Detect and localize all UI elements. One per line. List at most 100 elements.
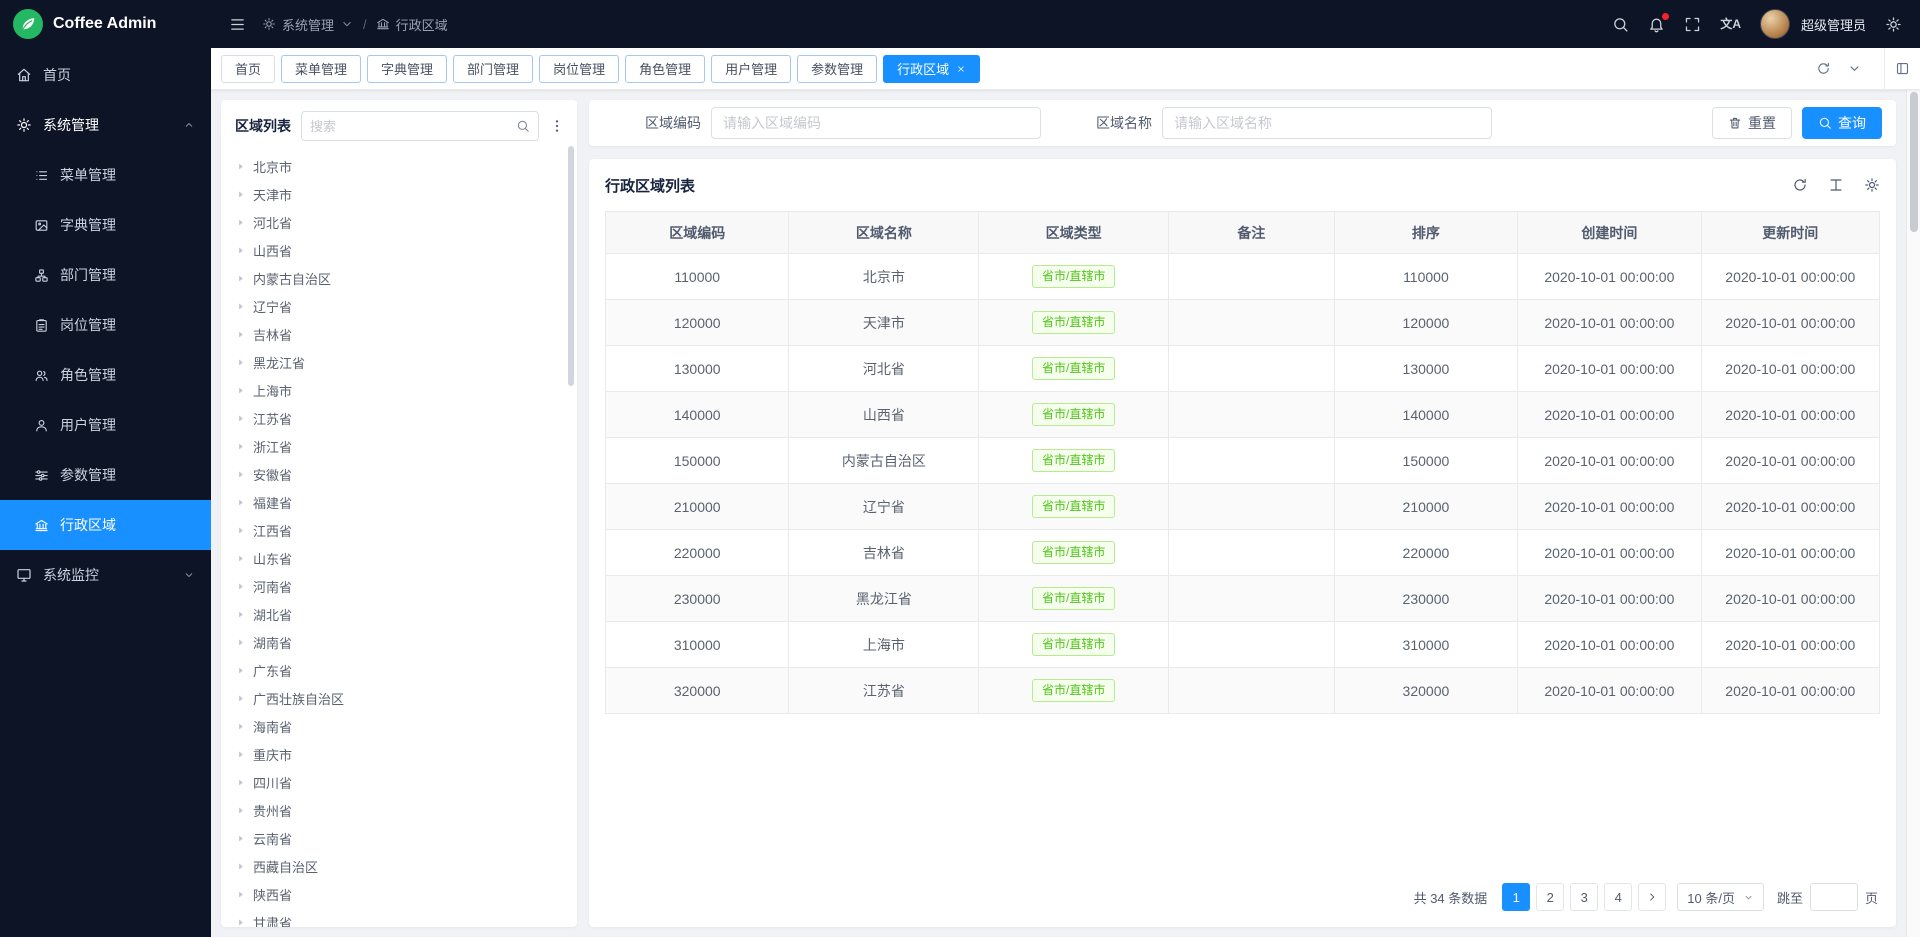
- table-row[interactable]: 220000吉林省省市/直辖市2200002020-10-01 00:00:00…: [606, 530, 1880, 576]
- region-code-input[interactable]: [711, 107, 1041, 139]
- table-density-icon[interactable]: [1828, 177, 1844, 193]
- page-size-select[interactable]: 10 条/页: [1677, 883, 1764, 911]
- tab-2[interactable]: 字典管理: [367, 55, 447, 83]
- sidebar-item-post-management[interactable]: 岗位管理: [0, 300, 211, 350]
- tree-scrollbar-thumb[interactable]: [568, 146, 574, 386]
- tab-6[interactable]: 用户管理: [711, 55, 791, 83]
- caret-right-icon: [235, 861, 246, 872]
- next-page-button[interactable]: [1638, 883, 1666, 911]
- tree-node[interactable]: 河北省: [235, 208, 567, 236]
- tree-node[interactable]: 甘肃省: [235, 908, 567, 927]
- tree-node[interactable]: 内蒙古自治区: [235, 264, 567, 292]
- query-button[interactable]: 查询: [1802, 107, 1882, 139]
- tree-node[interactable]: 浙江省: [235, 432, 567, 460]
- tree-node[interactable]: 四川省: [235, 768, 567, 796]
- top-header: 系统管理/行政区域 文A 超级管理员: [211, 0, 1920, 48]
- table-row[interactable]: 110000北京市省市/直辖市1100002020-10-01 00:00:00…: [606, 254, 1880, 300]
- fullscreen-icon[interactable]: [1684, 16, 1701, 33]
- sidebar-item-label: 菜单管理: [60, 165, 116, 185]
- tree-node[interactable]: 湖北省: [235, 600, 567, 628]
- tree-node[interactable]: 上海市: [235, 376, 567, 404]
- sidebar-item-param-management[interactable]: 参数管理: [0, 450, 211, 500]
- tree-node[interactable]: 重庆市: [235, 740, 567, 768]
- page-scrollbar-thumb[interactable]: [1910, 92, 1918, 232]
- sidebar-item-menu-management[interactable]: 菜单管理: [0, 150, 211, 200]
- tree-node[interactable]: 河南省: [235, 572, 567, 600]
- region-name-input[interactable]: [1162, 107, 1492, 139]
- tree-node[interactable]: 黑龙江省: [235, 348, 567, 376]
- tree-node[interactable]: 云南省: [235, 824, 567, 852]
- tree-node[interactable]: 天津市: [235, 180, 567, 208]
- table-row[interactable]: 230000黑龙江省省市/直辖市2300002020-10-01 00:00:0…: [606, 576, 1880, 622]
- tree-node[interactable]: 福建省: [235, 488, 567, 516]
- notification-bell-icon[interactable]: [1648, 16, 1665, 33]
- sidebar-item-user-management[interactable]: 用户管理: [0, 400, 211, 450]
- tree-node[interactable]: 西藏自治区: [235, 852, 567, 880]
- reset-button[interactable]: 重置: [1712, 107, 1792, 139]
- table-row[interactable]: 120000天津市省市/直辖市1200002020-10-01 00:00:00…: [606, 300, 1880, 346]
- sidebar-item-dept-management[interactable]: 部门管理: [0, 250, 211, 300]
- tree-node[interactable]: 广东省: [235, 656, 567, 684]
- layout-toggle[interactable]: [1884, 48, 1920, 90]
- translate-icon[interactable]: 文A: [1720, 18, 1741, 30]
- tree-node[interactable]: 江西省: [235, 516, 567, 544]
- tab-3[interactable]: 部门管理: [453, 55, 533, 83]
- sidebar-item-system-management[interactable]: 系统管理: [0, 100, 211, 150]
- tree-node[interactable]: 海南省: [235, 712, 567, 740]
- table-refresh-icon[interactable]: [1792, 177, 1808, 193]
- table-settings-icon[interactable]: [1864, 177, 1880, 193]
- close-icon[interactable]: [956, 64, 966, 74]
- table-row[interactable]: 310000上海市省市/直辖市3100002020-10-01 00:00:00…: [606, 622, 1880, 668]
- app-logo: Coffee Admin: [0, 0, 211, 48]
- chevron-right-icon: [1646, 891, 1658, 903]
- breadcrumb-item[interactable]: 行政区域: [376, 15, 448, 34]
- page-button-1[interactable]: 1: [1502, 883, 1530, 911]
- table-row[interactable]: 150000内蒙古自治区省市/直辖市1500002020-10-01 00:00…: [606, 438, 1880, 484]
- tree-node[interactable]: 辽宁省: [235, 292, 567, 320]
- page-button-3[interactable]: 3: [1570, 883, 1598, 911]
- user-name[interactable]: 超级管理员: [1801, 15, 1866, 34]
- tree-node[interactable]: 北京市: [235, 152, 567, 180]
- sidebar-item-system-monitor[interactable]: 系统监控: [0, 550, 211, 600]
- tree-node[interactable]: 江苏省: [235, 404, 567, 432]
- tab-7[interactable]: 参数管理: [797, 55, 877, 83]
- sidebar-item-dict-management[interactable]: 字典管理: [0, 200, 211, 250]
- tree-node[interactable]: 吉林省: [235, 320, 567, 348]
- tab-1[interactable]: 菜单管理: [281, 55, 361, 83]
- table-row[interactable]: 140000山西省省市/直辖市1400002020-10-01 00:00:00…: [606, 392, 1880, 438]
- refresh-tabs-icon[interactable]: [1816, 61, 1831, 76]
- params-icon: [34, 468, 49, 483]
- table-row[interactable]: 130000河北省省市/直辖市1300002020-10-01 00:00:00…: [606, 346, 1880, 392]
- settings-gear-icon[interactable]: [1885, 16, 1902, 33]
- breadcrumb-item[interactable]: 系统管理: [262, 15, 354, 34]
- jump-page-input[interactable]: [1810, 883, 1858, 911]
- tree-node[interactable]: 山东省: [235, 544, 567, 572]
- tree-node[interactable]: 贵州省: [235, 796, 567, 824]
- tree-node[interactable]: 山西省: [235, 236, 567, 264]
- tree-node[interactable]: 广西壮族自治区: [235, 684, 567, 712]
- search-icon[interactable]: [1612, 16, 1629, 33]
- tree-node[interactable]: 湖南省: [235, 628, 567, 656]
- sidebar-collapse-icon[interactable]: [229, 16, 246, 33]
- page-button-4[interactable]: 4: [1604, 883, 1632, 911]
- tab-4[interactable]: 岗位管理: [539, 55, 619, 83]
- sidebar-item-admin-region[interactable]: 行政区域: [0, 500, 211, 550]
- tab-0[interactable]: 首页: [221, 55, 275, 83]
- page-button-2[interactable]: 2: [1536, 883, 1564, 911]
- tree-search-icon[interactable]: [516, 119, 530, 133]
- tree-more-icon[interactable]: [549, 118, 565, 134]
- tree-search-input[interactable]: [310, 119, 510, 134]
- sidebar-item-role-management[interactable]: 角色管理: [0, 350, 211, 400]
- tabs-menu-chevron-icon[interactable]: [1847, 61, 1862, 76]
- region-type-badge: 省市/直辖市: [1032, 265, 1115, 288]
- avatar[interactable]: [1760, 9, 1790, 39]
- tab-8[interactable]: 行政区域: [883, 55, 980, 83]
- cell-region-type: 省市/直辖市: [979, 438, 1169, 484]
- table-row[interactable]: 210000辽宁省省市/直辖市2100002020-10-01 00:00:00…: [606, 484, 1880, 530]
- tree-node[interactable]: 安徽省: [235, 460, 567, 488]
- table-row[interactable]: 320000江苏省省市/直辖市3200002020-10-01 00:00:00…: [606, 668, 1880, 714]
- tab-5[interactable]: 角色管理: [625, 55, 705, 83]
- sidebar-item-home[interactable]: 首页: [0, 50, 211, 100]
- cell-region-code: 120000: [606, 300, 789, 346]
- tree-node[interactable]: 陕西省: [235, 880, 567, 908]
